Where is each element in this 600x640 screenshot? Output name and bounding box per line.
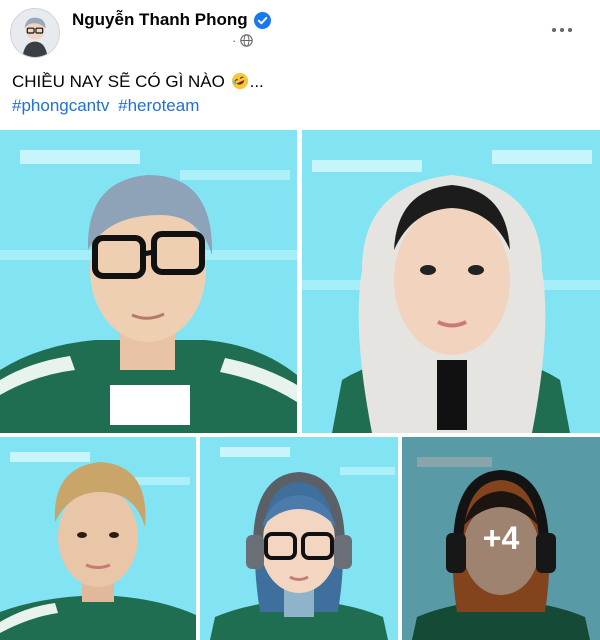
person-photo — [200, 437, 398, 640]
person-photo — [0, 130, 297, 433]
photo-grid-item[interactable] — [200, 437, 398, 640]
avatar-image — [11, 9, 59, 57]
author-avatar[interactable] — [10, 8, 60, 58]
author-name[interactable]: Nguyễn Thanh Phong — [72, 10, 248, 30]
post-header: Nguyễn Thanh Phong · — [0, 0, 600, 64]
more-dot-icon — [568, 28, 572, 32]
photo-grid-item[interactable] — [302, 130, 600, 433]
more-dot-icon — [552, 28, 556, 32]
more-dot-icon — [560, 28, 564, 32]
photo-grid-item[interactable] — [0, 130, 297, 433]
photo-grid-item-more[interactable]: +4 — [402, 437, 600, 640]
more-options-button[interactable] — [544, 16, 580, 44]
hashtag-list: #phongcantv #heroteam — [12, 94, 582, 118]
more-photos-count: +4 — [482, 520, 520, 556]
post-caption: CHIỀU NAY SẼ CÓ GÌ NÀO ... #phongcantv #… — [12, 70, 582, 118]
caption-text: CHIỀU NAY SẼ CÓ GÌ NÀO — [12, 72, 225, 91]
caption-text-line: CHIỀU NAY SẼ CÓ GÌ NÀO ... — [12, 70, 582, 94]
person-photo — [0, 437, 196, 640]
caption-ellipsis: ... — [249, 72, 264, 91]
post-meta: · — [228, 33, 254, 48]
meta-separator: · — [232, 33, 237, 48]
rolling-laughing-emoji-icon — [231, 72, 248, 90]
verified-badge-icon — [253, 11, 271, 29]
globe-icon[interactable] — [240, 34, 254, 47]
hashtag-link[interactable]: #phongcantv — [12, 96, 109, 115]
photo-grid-item[interactable] — [0, 437, 196, 640]
author-name-row: Nguyễn Thanh Phong — [72, 10, 271, 30]
more-photos-overlay[interactable]: +4 — [402, 437, 600, 640]
person-photo — [302, 130, 600, 433]
hashtag-link[interactable]: #heroteam — [118, 96, 199, 115]
